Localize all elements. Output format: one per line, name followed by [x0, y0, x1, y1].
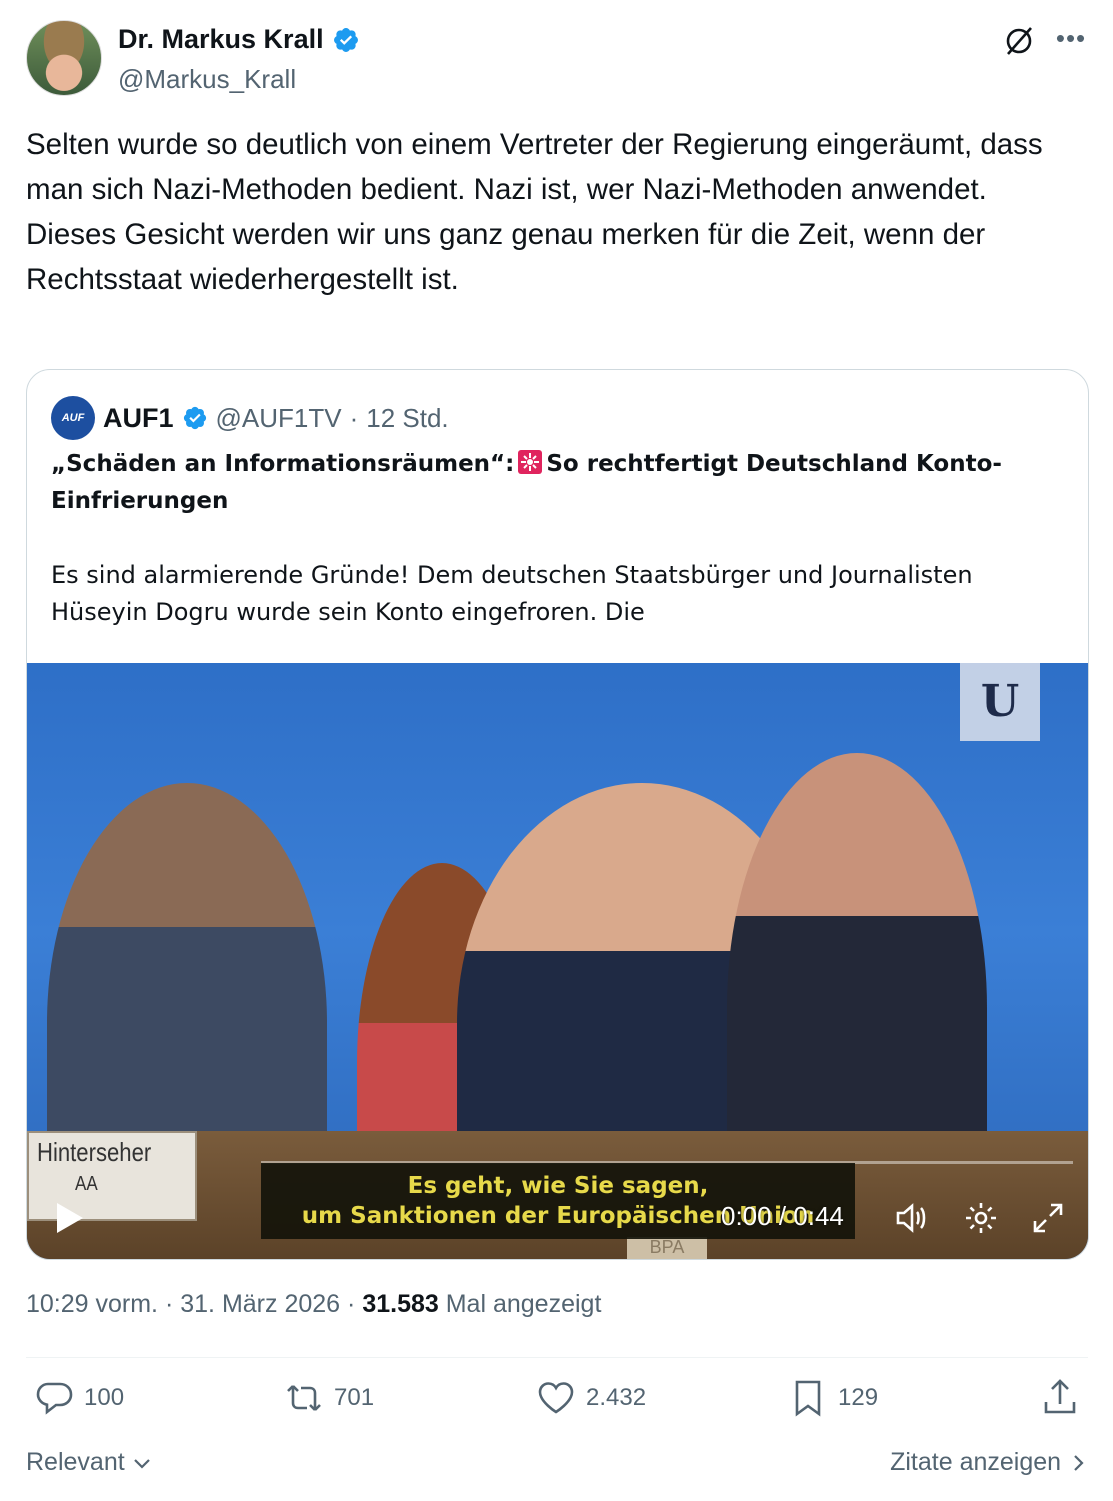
- meta-separator: ·: [347, 1290, 356, 1318]
- divider: [26, 1357, 1088, 1358]
- author-name-row: Dr. Markus Krall: [118, 24, 360, 55]
- bookmark-button[interactable]: 129: [788, 1378, 878, 1418]
- quoted-post-description: Es sind alarmierende Gründe! Dem deutsch…: [51, 561, 973, 626]
- fullscreen-icon[interactable]: [1029, 1199, 1067, 1237]
- chevron-down-icon: [133, 1459, 150, 1469]
- play-icon[interactable]: [55, 1201, 85, 1235]
- video-controls: 0:00 / 0:44: [27, 1193, 1088, 1243]
- siren-emoji-icon: [518, 450, 543, 474]
- author-handle[interactable]: @Markus_Krall: [118, 64, 296, 95]
- heart-icon: [538, 1382, 574, 1414]
- nameplate-text: Hinterseher: [37, 1137, 152, 1167]
- more-options-icon[interactable]: •••: [1054, 24, 1088, 58]
- quoted-post-header: AUF AUF1 @AUF1TV · 12 Std.: [51, 396, 449, 440]
- quoted-post-body: „Schäden an Informationsräumen“: So recht…: [51, 446, 1061, 631]
- post-header: Dr. Markus Krall @Markus_Krall •••: [26, 20, 1088, 96]
- show-quotes-label: Zitate anzeigen: [890, 1448, 1062, 1476]
- video-time: 0:00 / 0:44: [721, 1201, 844, 1231]
- chevron-right-icon: [1074, 1455, 1084, 1471]
- meta-separator: ·: [164, 1290, 174, 1318]
- quoted-post-time: 12 Std.: [366, 402, 449, 433]
- quoted-author-name: AUF1: [103, 402, 174, 433]
- reply-icon: [36, 1382, 73, 1415]
- bookmark-icon: [795, 1380, 821, 1417]
- channel-logo: U: [960, 663, 1040, 741]
- author-avatar[interactable]: [26, 20, 102, 96]
- quoted-post-title: „Schäden an Informationsräumen“: So recht…: [51, 446, 1061, 520]
- like-count: 2.432: [586, 1384, 647, 1411]
- show-quotes-link[interactable]: Zitate anzeigen: [890, 1448, 1088, 1477]
- repost-icon: [287, 1385, 321, 1411]
- quoted-separator: ·: [349, 402, 359, 433]
- reply-button[interactable]: 100: [34, 1378, 124, 1418]
- view-count-label: Mal angezeigt: [445, 1290, 602, 1318]
- quoted-post[interactable]: AUF AUF1 @AUF1TV · 12 Std. „Schäden an I…: [26, 369, 1089, 1260]
- action-bar: 100 701 2.432 129: [26, 1378, 1088, 1432]
- author-display-name[interactable]: Dr. Markus Krall: [118, 24, 324, 55]
- replies-footer: Relevant Zitate anzeigen: [26, 1444, 1088, 1484]
- quoted-verified-badge-icon: [183, 406, 206, 430]
- video-player[interactable]: U Hinterseher AA BPA Es geht, wie Sie sa…: [27, 663, 1088, 1259]
- verified-badge-icon: [333, 27, 358, 52]
- sort-label: Relevant: [26, 1448, 125, 1476]
- share-icon: [1044, 1379, 1076, 1414]
- quoted-title-part1: „Schäden an Informationsräumen“:: [51, 451, 515, 477]
- reply-count: 100: [84, 1384, 125, 1411]
- bookmark-count: 129: [838, 1384, 879, 1411]
- like-button[interactable]: 2.432: [536, 1378, 646, 1418]
- volume-icon[interactable]: [893, 1199, 931, 1237]
- repost-button[interactable]: 701: [284, 1378, 374, 1418]
- post-text: Selten wurde so deutlich von einem Vertr…: [26, 128, 1043, 296]
- post-date[interactable]: 31. März 2026: [180, 1290, 340, 1318]
- gear-icon[interactable]: [962, 1199, 1000, 1237]
- repost-count: 701: [334, 1384, 375, 1411]
- sort-dropdown[interactable]: Relevant: [26, 1448, 152, 1477]
- post-meta: 10:29 vorm. · 31. März 2026 · 31.583 Mal…: [26, 1290, 601, 1319]
- view-count: 31.583: [362, 1290, 439, 1318]
- grok-icon[interactable]: [1002, 24, 1036, 58]
- quoted-author-avatar: AUF: [51, 396, 95, 440]
- share-button[interactable]: [1040, 1378, 1080, 1418]
- quoted-author-handle: @AUF1TV: [215, 402, 342, 433]
- post-time[interactable]: 10:29 vorm.: [26, 1290, 158, 1318]
